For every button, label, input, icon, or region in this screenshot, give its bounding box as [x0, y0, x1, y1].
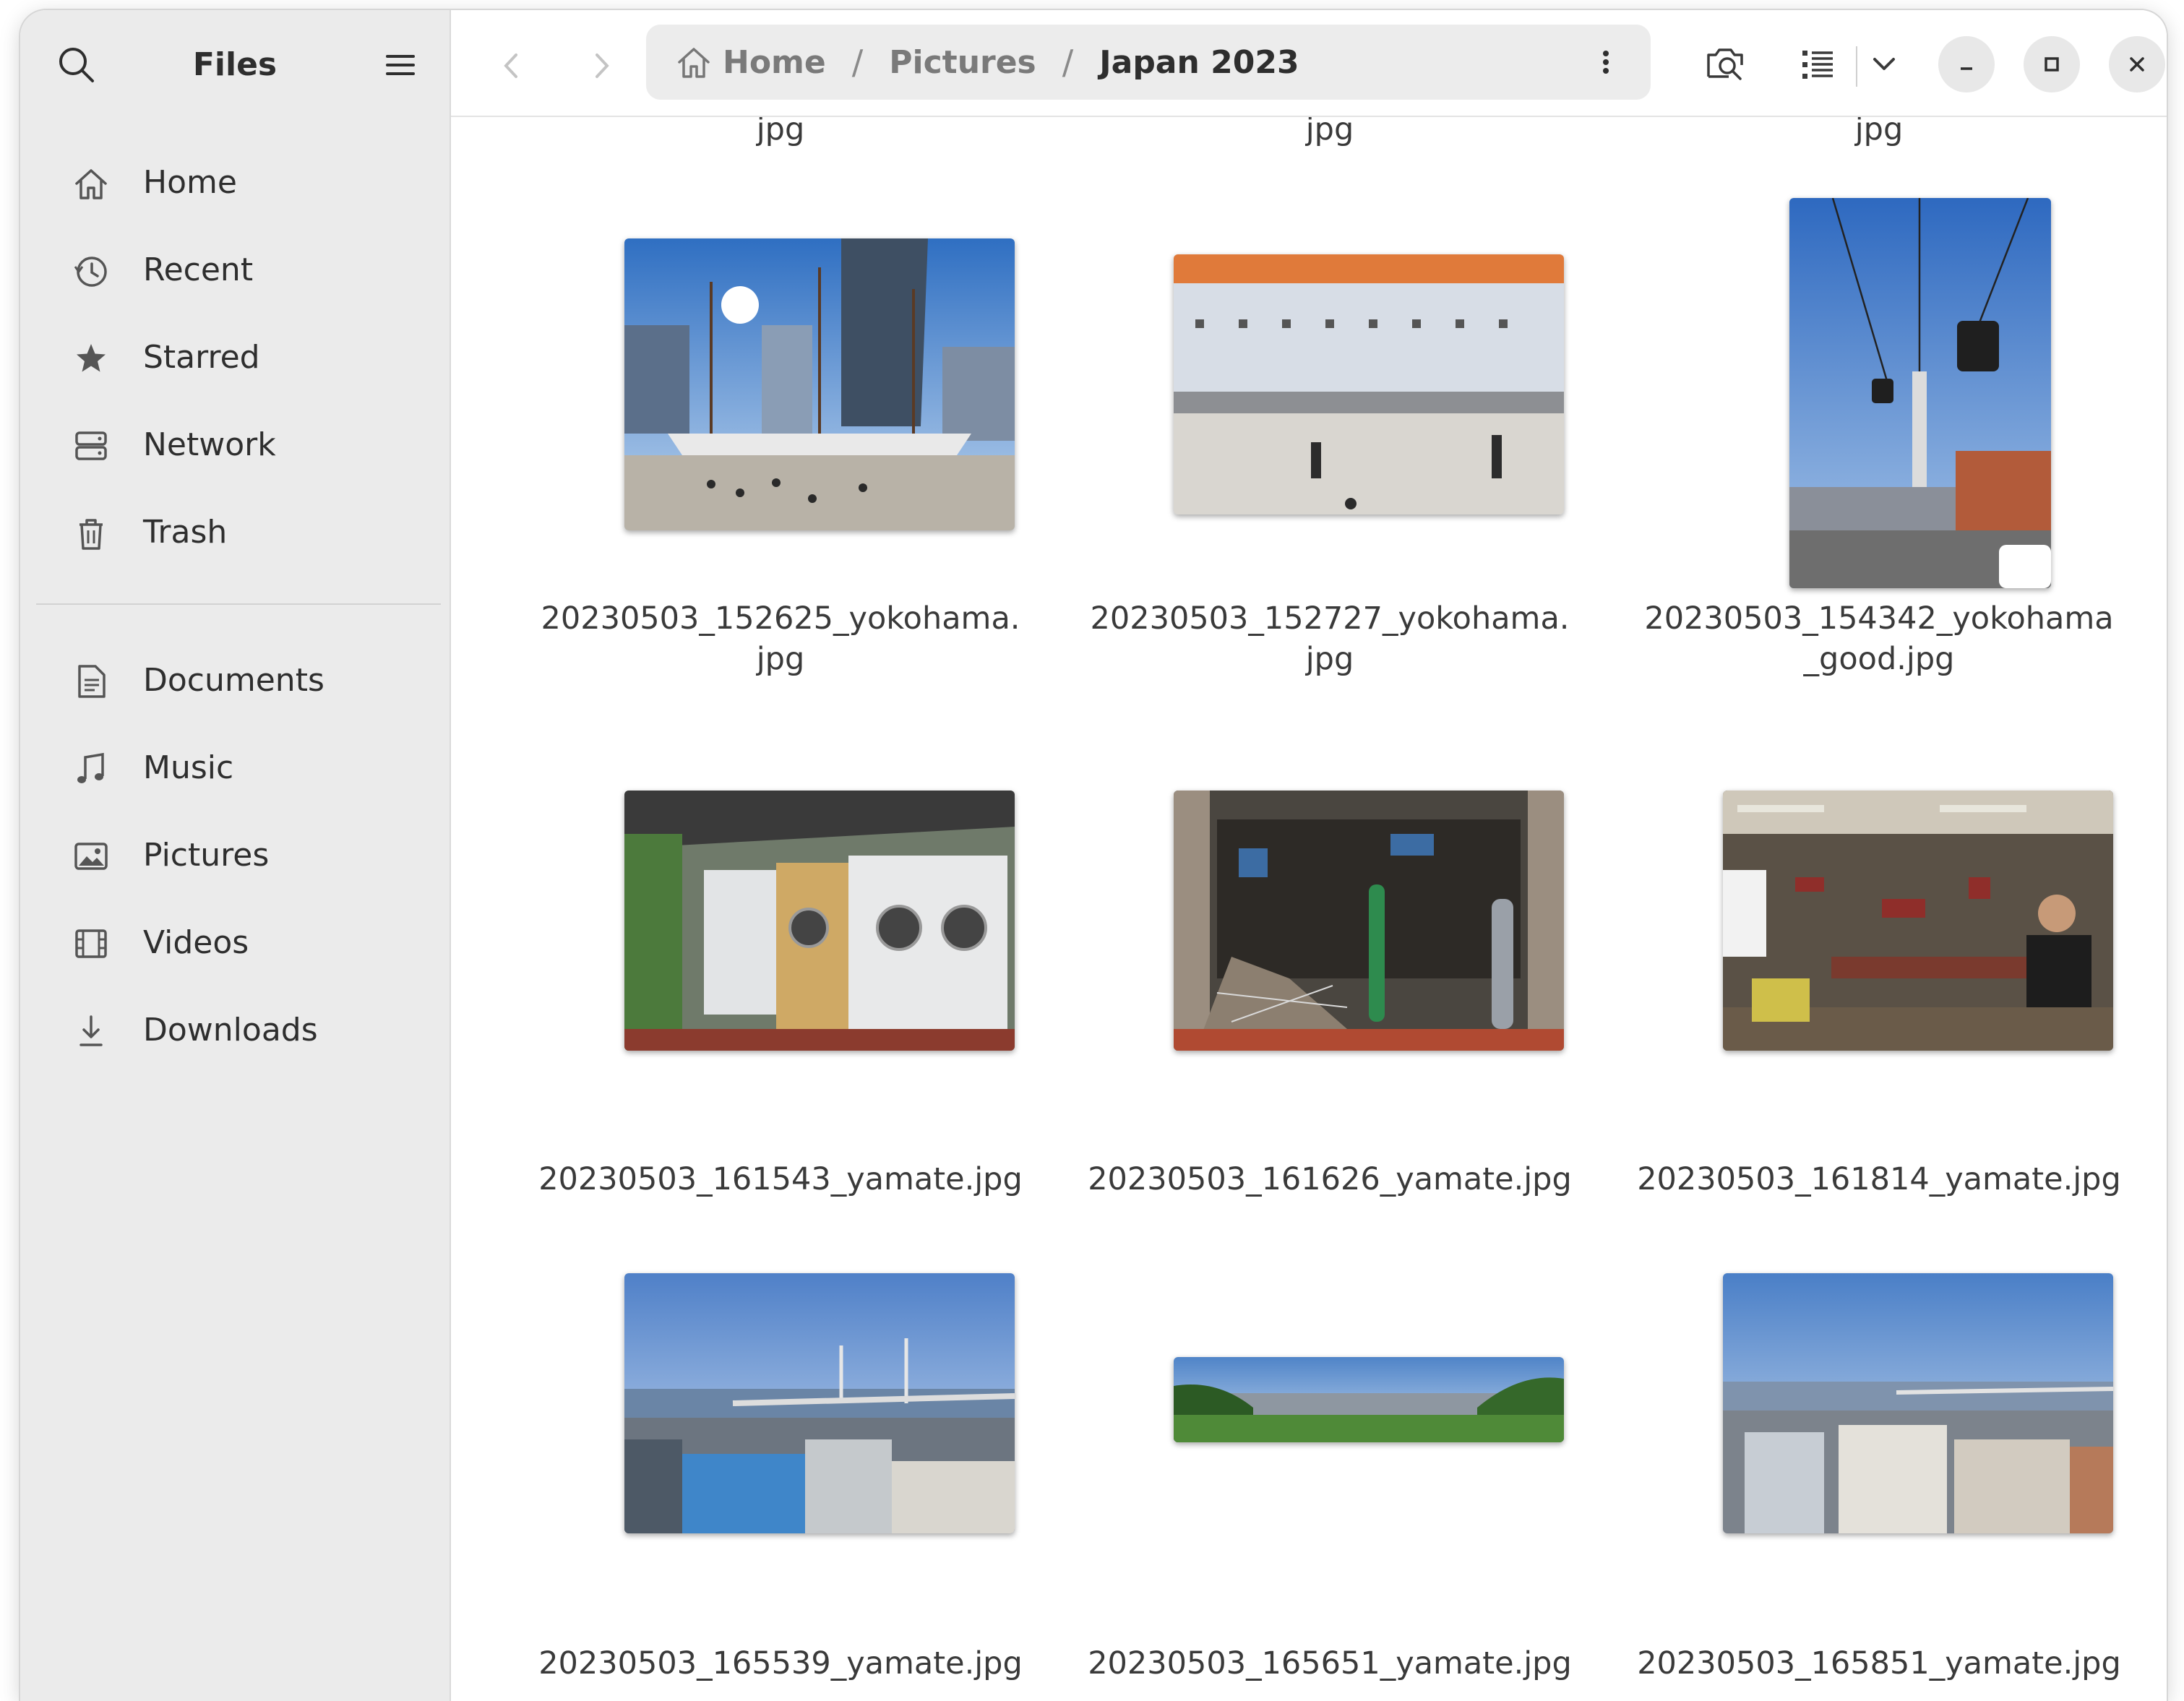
sidebar-item-music[interactable]: Music [36, 724, 441, 811]
sidebar-header: Files [20, 10, 450, 116]
sidebar-item-label: Network [143, 426, 276, 463]
image-thumbnail [1789, 198, 2051, 588]
forward-button[interactable] [577, 40, 627, 91]
image-thumbnail [624, 238, 1015, 530]
file-item[interactable]: 20230503_165851_yamate.jpg [1612, 1123, 2146, 1681]
maximize-icon [2045, 57, 2059, 72]
sidebar-item-downloads[interactable]: Downloads [36, 986, 441, 1074]
sidebar-list: Home Recent Starred Network Trash Docume… [36, 139, 441, 1074]
home-icon [678, 48, 710, 78]
video-icon [72, 925, 110, 963]
file-item[interactable]: 20230503_161814_yamate.jpg [1612, 637, 2146, 1197]
sidebar-item-pictures[interactable]: Pictures [36, 811, 441, 899]
breadcrumb: Home / Pictures / Japan 2023 [646, 25, 1651, 100]
breadcrumb-home[interactable]: Home [675, 43, 826, 81]
file-grid: jpg jpg jpg 20230503_152625_yokohama. jp… [451, 117, 2167, 1701]
sidebar-item-label: Music [143, 749, 234, 786]
image-thumbnail [1174, 1357, 1564, 1442]
list-view-icon[interactable] [1794, 40, 1841, 88]
close-button[interactable] [2109, 36, 2165, 92]
breadcrumb-current-folder[interactable]: Japan 2023 [1099, 44, 1299, 81]
document-icon [72, 663, 110, 700]
hamburger-menu-icon[interactable] [377, 42, 424, 88]
recent-icon [72, 252, 110, 290]
minimize-button[interactable] [1938, 36, 1995, 92]
music-icon [72, 750, 110, 788]
maximize-button[interactable] [2024, 36, 2080, 92]
chevron-down-icon[interactable] [1860, 40, 1908, 88]
back-button[interactable] [486, 40, 536, 91]
sidebar-item-label: Downloads [143, 1012, 318, 1048]
sidebar-item-label: Home [143, 164, 237, 201]
sidebar-item-label: Starred [143, 339, 260, 376]
sidebar-item-documents[interactable]: Documents [36, 637, 441, 724]
sidebar-separator [36, 603, 441, 605]
sidebar-item-starred[interactable]: Starred [36, 314, 441, 401]
file-name: 20230503_165651_yamate.jpg [1088, 1645, 1572, 1681]
file-item[interactable]: 20230503_152727_yokohama. jpg [1062, 117, 1597, 695]
sidebar-item-label: Recent [143, 251, 254, 288]
sidebar-item-network[interactable]: Network [36, 401, 441, 488]
file-item[interactable]: 20230503_165651_yamate.jpg [1062, 1123, 1597, 1681]
file-item[interactable]: 20230503_161626_yamate.jpg [1062, 637, 1597, 1197]
file-item[interactable]: 20230503_154342_yokohama _good.jpg [1612, 117, 2146, 695]
image-thumbnail [624, 1273, 1015, 1533]
star-icon [72, 340, 110, 377]
more-options-icon[interactable] [1583, 39, 1629, 85]
trash-icon [72, 514, 110, 552]
file-item[interactable]: 20230503_152625_yokohama. jpg [513, 117, 1048, 695]
sidebar: Files Home Recent Starred Network Trash … [20, 10, 451, 1701]
image-thumbnail [1174, 791, 1564, 1051]
close-icon [2130, 57, 2144, 72]
sidebar-item-recent[interactable]: Recent [36, 226, 441, 314]
search-image-icon[interactable] [1701, 40, 1749, 88]
files-window: Files Home Recent Starred Network Trash … [20, 10, 2167, 1701]
network-icon [72, 427, 110, 465]
file-item[interactable]: 20230503_165539_yamate.jpg [513, 1123, 1048, 1681]
image-thumbnail [1174, 254, 1564, 514]
image-thumbnail [1723, 791, 2113, 1051]
file-name: 20230503_165851_yamate.jpg [1637, 1645, 2121, 1681]
breadcrumb-pictures[interactable]: Pictures [889, 44, 1036, 81]
breadcrumb-separator: / [1062, 43, 1074, 82]
file-name: 20230503_165539_yamate.jpg [538, 1645, 1023, 1681]
breadcrumb-separator: / [851, 43, 864, 82]
image-thumbnail [624, 791, 1015, 1051]
sidebar-item-home[interactable]: Home [36, 139, 441, 226]
sidebar-item-label: Documents [143, 662, 324, 699]
file-item[interactable]: 20230503_161543_yamate.jpg [513, 637, 1048, 1197]
home-icon [72, 165, 110, 202]
sidebar-item-label: Trash [143, 514, 228, 551]
breadcrumb-label: Home [723, 43, 826, 81]
download-icon [72, 1012, 110, 1050]
pictures-icon [72, 837, 110, 875]
image-thumbnail [1723, 1273, 2113, 1533]
sidebar-item-label: Videos [143, 924, 249, 961]
sidebar-item-videos[interactable]: Videos [36, 899, 441, 986]
sidebar-item-trash[interactable]: Trash [36, 488, 441, 576]
minimize-icon [1961, 67, 1972, 70]
toolbar-separator [1856, 46, 1857, 87]
sidebar-item-label: Pictures [143, 837, 270, 874]
header-bar: Home / Pictures / Japan 2023 [451, 10, 2167, 117]
